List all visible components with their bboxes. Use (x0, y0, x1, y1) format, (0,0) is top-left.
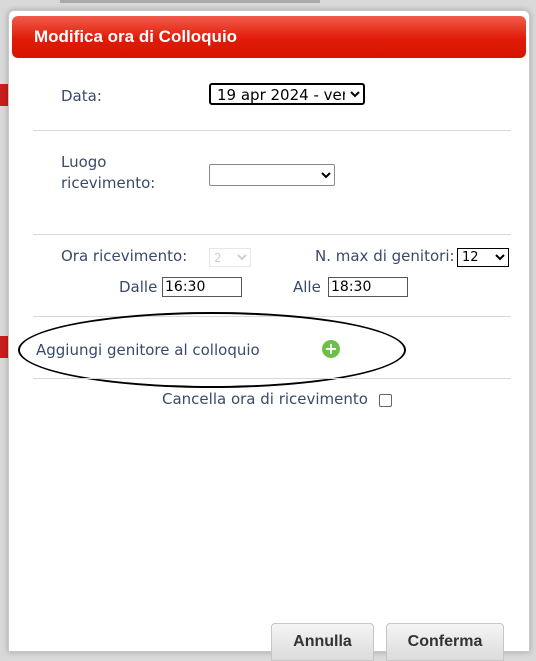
dialog-title: Modifica ora di Colloquio (12, 16, 526, 58)
data-label: Data: (61, 87, 102, 105)
divider (33, 316, 511, 317)
nmax-genitori-label: N. max di genitori: (315, 247, 455, 265)
edit-hour-dialog: Modifica ora di Colloquio Data: 19 apr 2… (8, 10, 530, 661)
add-parent-link[interactable]: Aggiungi genitore al colloquio (36, 341, 260, 359)
luogo-select[interactable] (209, 164, 335, 186)
cancel-hour-checkbox[interactable] (379, 394, 392, 407)
ora-ricevimento-label: Ora ricevimento: (61, 247, 188, 265)
background-page-edge (60, 0, 320, 3)
date-select[interactable]: 19 apr 2024 - ven (209, 83, 365, 105)
dalle-label: Dalle (119, 278, 158, 296)
cancel-hour-label: Cancella ora di ricevimento (162, 390, 368, 408)
conferma-button[interactable]: Conferma (386, 623, 504, 661)
divider (33, 130, 511, 131)
dalle-time-input[interactable] (162, 277, 242, 297)
divider (33, 378, 511, 379)
plus-circle-icon[interactable]: + (322, 340, 340, 358)
annulla-button[interactable]: Annulla (271, 623, 374, 661)
alle-label: Alle (293, 278, 321, 296)
luogo-label: Luogo ricevimento: (61, 153, 156, 192)
background-page-marker (0, 336, 8, 358)
nmax-genitori-select[interactable]: 12 (457, 248, 509, 267)
alle-time-input[interactable] (328, 277, 408, 297)
ora-ricevimento-select: 2 (209, 248, 251, 267)
background-page-marker (0, 84, 8, 106)
divider (33, 234, 511, 235)
